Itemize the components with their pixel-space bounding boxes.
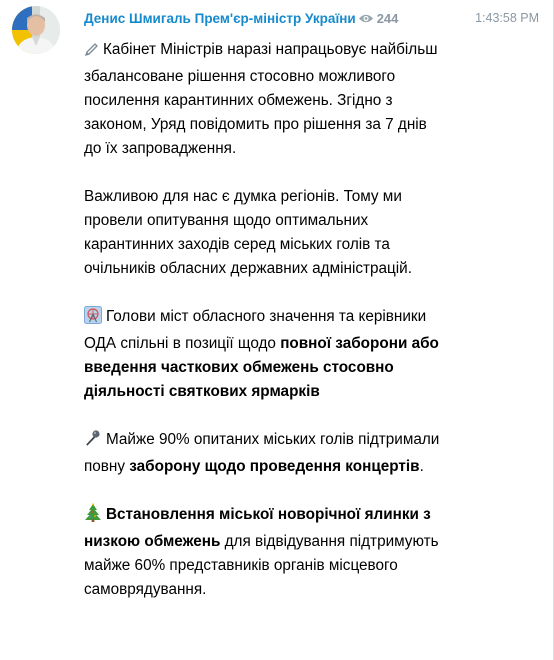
view-count-value: 244 xyxy=(376,10,399,26)
paragraph-regions: Важливою для нас є думка регіонів. Тому … xyxy=(84,185,444,281)
person-portrait-icon xyxy=(12,6,60,54)
post-text: Кабінет Міністрів наразі напрацьовує най… xyxy=(84,38,444,626)
paragraph-concerts: Майже 90% опитаних міських голів підтрим… xyxy=(84,428,444,479)
eye-icon xyxy=(358,14,373,22)
paragraph-text: Кабінет Міністрів наразі напрацьовує най… xyxy=(84,41,438,157)
paragraph-fairs: Голови міст обласного значення та керівн… xyxy=(84,305,444,404)
timestamp: 1:43:58 PM xyxy=(475,11,539,25)
avatar[interactable] xyxy=(12,6,60,54)
paragraph-bold-text: заборону щодо проведення концертів xyxy=(129,458,420,475)
paragraph-christmas-tree: Встановлення міської новорічної ялинки з… xyxy=(84,503,444,602)
paragraph-text-end: . xyxy=(419,458,424,475)
christmas-tree-icon xyxy=(84,503,102,530)
ferris-wheel-icon xyxy=(84,306,102,332)
paragraph-announcement: Кабінет Міністрів наразі напрацьовує най… xyxy=(84,38,444,161)
pencil-icon xyxy=(84,41,99,65)
channel-post: Денис Шмигаль Прем'єр-міністр України 24… xyxy=(0,0,554,660)
post-header: Денис Шмигаль Прем'єр-міністр України 24… xyxy=(84,8,539,28)
microphone-icon xyxy=(84,429,102,455)
author-name[interactable]: Денис Шмигаль Прем'єр-міністр України xyxy=(84,11,356,26)
paragraph-text: Важливою для нас є думка регіонів. Тому … xyxy=(84,188,412,277)
view-count: 244 xyxy=(358,10,399,26)
